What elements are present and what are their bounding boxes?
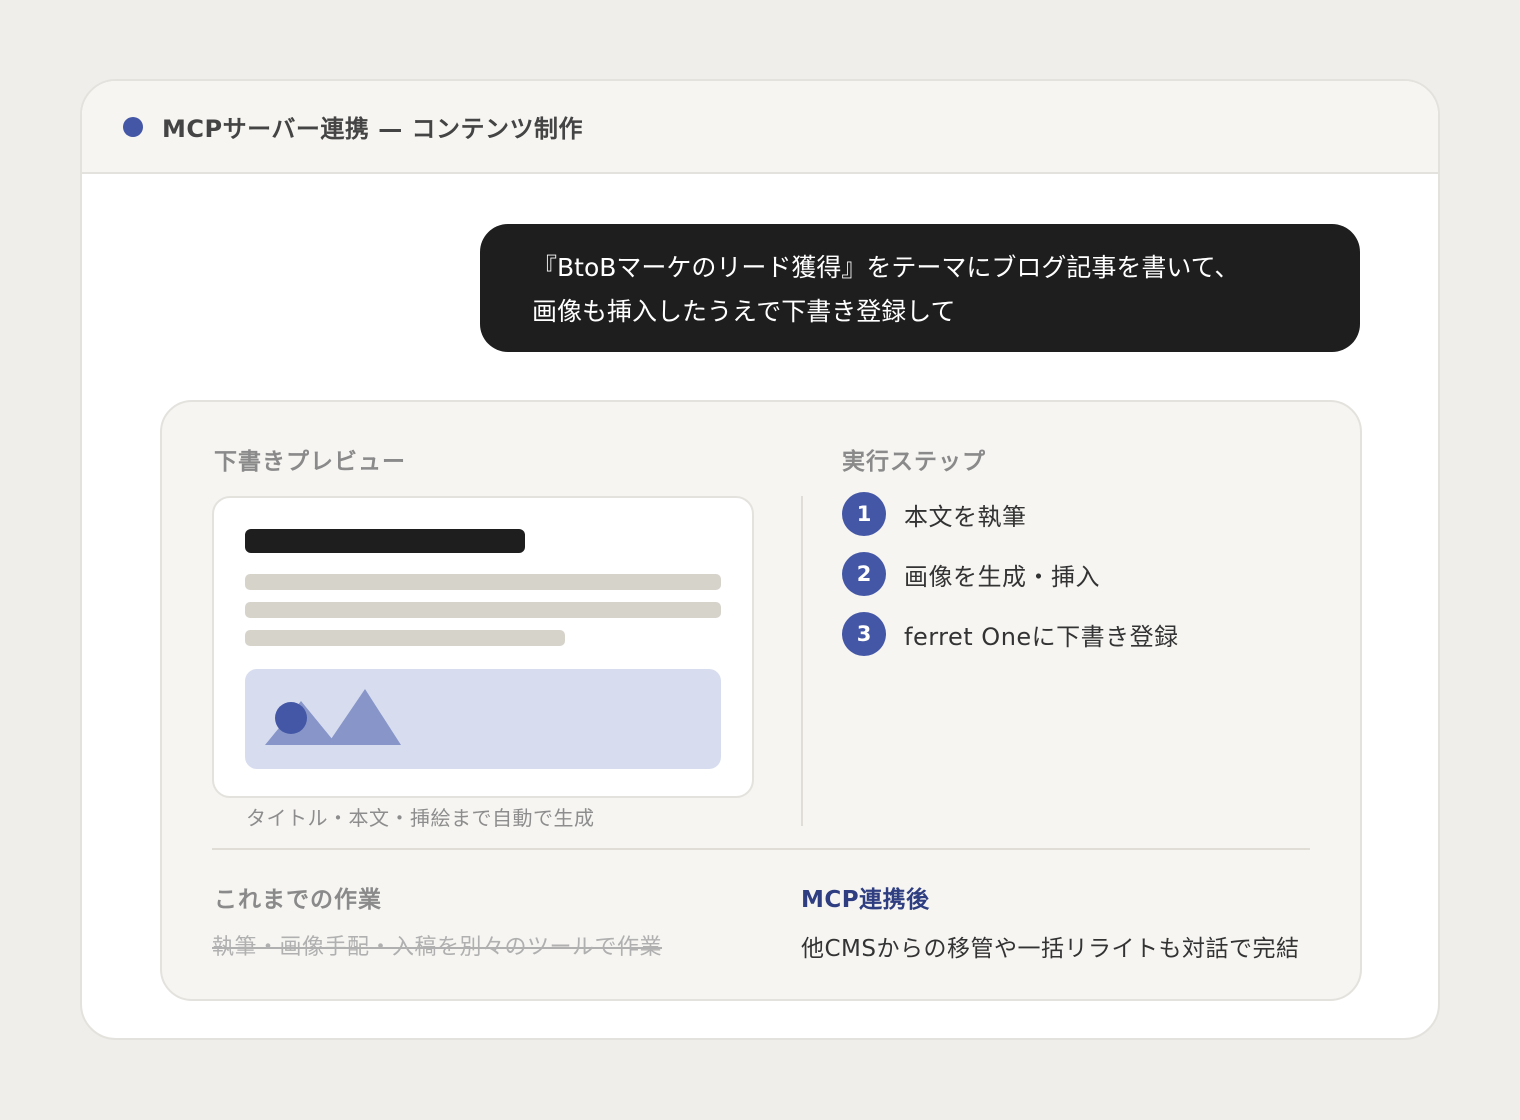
landscape-image-icon [265,689,401,745]
title-bar: MCPサーバー連携 — コンテンツ制作 [82,81,1438,174]
step-item: 2 画像を生成・挿入 [842,552,1100,596]
step-label: 本文を執筆 [904,502,1027,531]
step-number-badge: 1 [842,492,886,536]
app-window: MCPサーバー連携 — コンテンツ制作 『BtoBマーケのリード獲得』をテーマに… [80,79,1440,1040]
column-divider [801,496,803,826]
user-prompt-bubble: 『BtoBマーケのリード獲得』をテーマにブログ記事を書いて、 画像も挿入したうえ… [480,224,1360,352]
window-title: MCPサーバー連携 — コンテンツ制作 [162,115,584,143]
before-section-label: これまでの作業 [214,887,382,913]
after-section-label: MCP連携後 [801,887,930,913]
preview-image-placeholder [245,669,721,769]
preview-title-placeholder [245,529,525,553]
step-number-badge: 3 [842,612,886,656]
preview-text-line [245,574,721,590]
preview-caption: タイトル・本文・挿絵まで自動で生成 [246,806,595,830]
after-description: 他CMSからの移管や一括リライトも対話で完結 [801,936,1300,962]
preview-section-label: 下書きプレビュー [214,449,406,475]
prompt-line-2: 画像も挿入したうえで下書き登録して [532,297,956,326]
preview-text-line [245,602,721,618]
section-divider [212,848,1310,850]
step-number-badge: 2 [842,552,886,596]
step-item: 1 本文を執筆 [842,492,1027,536]
before-description: 執筆・画像手配・入稿を別々のツールで作業 [212,935,663,960]
step-label: 画像を生成・挿入 [904,562,1100,591]
result-panel: 下書きプレビュー タイトル・本文・挿絵まで自動で生成 実行ステップ 1 本文を執… [160,400,1362,1001]
preview-text-line [245,630,565,646]
steps-section-label: 実行ステップ [842,449,986,475]
step-item: 3 ferret Oneに下書き登録 [842,612,1179,656]
status-dot-icon [123,116,143,137]
prompt-line-1: 『BtoBマーケのリード獲得』をテーマにブログ記事を書いて、 [532,253,1240,282]
draft-preview-card[interactable] [212,496,754,798]
step-label: ferret Oneに下書き登録 [904,622,1179,651]
